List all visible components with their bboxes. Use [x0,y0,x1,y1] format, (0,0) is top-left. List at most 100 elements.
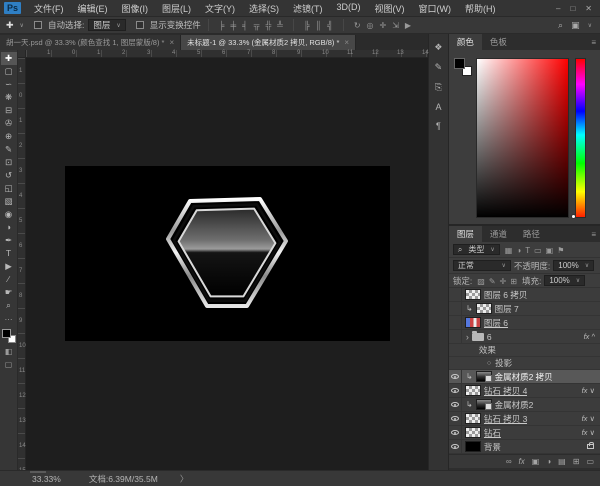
screen-mode-icon[interactable]: ▢ [5,360,13,369]
paragraph-panel-icon[interactable]: ¶ [436,121,441,131]
adjustment-layer-icon[interactable]: ◑ [546,457,551,466]
visibility-toggle[interactable] [449,426,462,439]
foreground-color-swatch[interactable] [453,58,465,69]
line-tool[interactable]: ∕ [1,273,17,286]
layer-thumbnail[interactable] [464,441,481,452]
menu-select[interactable]: 选择(S) [242,2,286,15]
workspace-caret-icon[interactable]: ∨ [588,22,592,29]
lasso-tool[interactable]: ∽ [1,78,17,91]
move-tool[interactable]: ✚ [0,52,17,65]
filter-smart-objects-icon[interactable]: ▣ [544,246,556,255]
layer-row[interactable]: 钻石 fx ∨ [448,426,600,440]
hand-tool[interactable]: ☛ [1,286,17,299]
distribute-center-icon[interactable]: ║ [312,21,324,30]
maximize-button[interactable]: □ [570,4,575,13]
horizontal-scrollbar[interactable] [30,471,46,473]
dodge-tool[interactable]: ◑ [1,221,17,234]
document-tab-inactive[interactable]: 胡一天.psd @ 33.3% (颜色查找 1, 图层蒙版/8) * × [0,35,182,50]
auto-select-dropdown[interactable]: 图层 ∨ [88,19,126,31]
close-button[interactable]: ✕ [585,4,592,13]
add-layer-mask-icon[interactable]: ▣ [532,457,540,466]
delete-layer-icon[interactable]: ▭ [586,457,594,466]
3d-rotate-icon[interactable]: ↻ [351,21,364,30]
layer-name[interactable]: 图层 7 [495,303,519,315]
layer-name[interactable]: 金属材质2 [495,399,534,411]
layer-thumbnail[interactable] [475,399,492,410]
workspace-icon[interactable]: ▣ [571,20,580,31]
visibility-toggle[interactable] [449,398,462,411]
menu-filter[interactable]: 滤镜(T) [286,2,330,15]
3d-drag-icon[interactable]: ✛ [377,21,390,30]
visibility-toggle[interactable] [449,440,462,453]
zoom-tool[interactable]: ⌕ [1,299,17,312]
menu-image[interactable]: 图像(I) [115,2,156,15]
visibility-toggle[interactable] [449,412,462,425]
lock-position-icon[interactable]: ✛ [498,277,509,286]
group-name[interactable]: 6 [487,332,492,342]
align-right-edges-icon[interactable]: ╡ [239,21,251,30]
healing-brush-tool[interactable]: ⊕ [1,130,17,143]
align-vertical-centers-icon[interactable]: ╬ [262,21,274,30]
color-swatches[interactable] [1,329,16,343]
document[interactable] [65,166,390,341]
background-layer-row[interactable]: 背景 [448,440,600,454]
visibility-toggle[interactable] [449,384,462,397]
visibility-toggle[interactable] [449,302,462,315]
history-brush-tool[interactable]: ↺ [1,169,17,182]
lock-transparency-icon[interactable]: ▨ [475,277,487,286]
layer-row[interactable]: 钻石 拷贝 3 fx ∨ [448,412,600,426]
tab-paths[interactable]: 路径 [515,226,548,242]
filter-toggle-icon[interactable]: ⚑ [555,246,566,255]
blur-tool[interactable]: ◉ [1,208,17,221]
close-tab-icon[interactable]: × [169,38,174,47]
filter-kind-dropdown[interactable]: ⌕ 类型 ∨ [452,244,500,255]
layer-style-icon[interactable]: fx [519,457,525,466]
tab-swatches[interactable]: 色板 [482,34,515,50]
menu-layer[interactable]: 图层(L) [155,2,198,15]
layer-name[interactable]: 图层 6 [484,317,508,329]
quick-mask-icon[interactable]: ◧ [5,347,13,356]
hue-slider[interactable] [574,58,586,218]
align-left-edges-icon[interactable]: ╞ [216,21,228,30]
fx-badge[interactable]: fx ^ [584,332,595,341]
link-layers-icon[interactable]: ∞ [506,457,512,466]
document-tab-active[interactable]: 未标题-1 @ 33.3% (金属材质2 拷贝, RGB/8) * × [181,35,357,50]
tool-preset-caret-icon[interactable]: ∨ [20,22,24,29]
gradient-tool[interactable]: ▧ [1,195,17,208]
minimize-button[interactable]: – [556,4,560,13]
layer-name[interactable]: 钻石 拷贝 3 [484,413,527,425]
styles-panel-icon[interactable]: ❖ [434,42,442,53]
visibility-toggle[interactable] [449,370,462,383]
layer-name[interactable]: 背景 [484,441,501,453]
type-tool[interactable]: T [1,247,17,260]
clone-stamp-tool[interactable]: ⊡ [1,156,17,169]
auto-select-checkbox[interactable] [33,21,42,29]
tab-channels[interactable]: 通道 [482,226,515,242]
quick-selection-tool[interactable]: ❋ [1,91,17,104]
eraser-tool[interactable]: ◱ [1,182,17,195]
canvas[interactable] [26,58,428,470]
character-panel-icon[interactable]: A [435,102,441,112]
layer-row-selected[interactable]: ↳ 金属材质2 拷贝 [448,370,600,384]
layer-name[interactable]: 图层 6 拷贝 [484,289,527,301]
filter-shape-layers-icon[interactable]: ▭ [532,246,544,255]
panel-menu-icon[interactable]: ≡ [591,230,596,239]
layer-thumbnail[interactable] [475,303,492,314]
move-tool-icon[interactable]: ✚ [4,20,16,31]
layer-row[interactable]: ↳ 图层 7 [448,302,600,316]
fx-badge[interactable]: fx ∨ [582,414,595,423]
menu-3d[interactable]: 3D(D) [330,2,368,15]
effects-header-row[interactable]: 效果 [448,344,600,357]
menu-help[interactable]: 帮助(H) [458,2,503,15]
brush-panel-icon[interactable]: ✎ [435,62,443,73]
layer-thumbnail[interactable] [475,371,492,382]
saturation-brightness-box[interactable] [475,58,569,218]
filter-type-layers-icon[interactable]: T [523,246,532,255]
foreground-color-swatch[interactable] [1,329,11,338]
fx-badge[interactable]: fx ∨ [582,386,595,395]
crop-tool[interactable]: ⊟ [1,104,17,117]
lock-image-icon[interactable]: ✎ [487,277,498,286]
3d-scale-icon[interactable]: ▶ [402,21,414,30]
group-expand-caret-icon[interactable]: › [466,332,469,342]
align-bottom-edges-icon[interactable]: ╩ [274,21,286,30]
